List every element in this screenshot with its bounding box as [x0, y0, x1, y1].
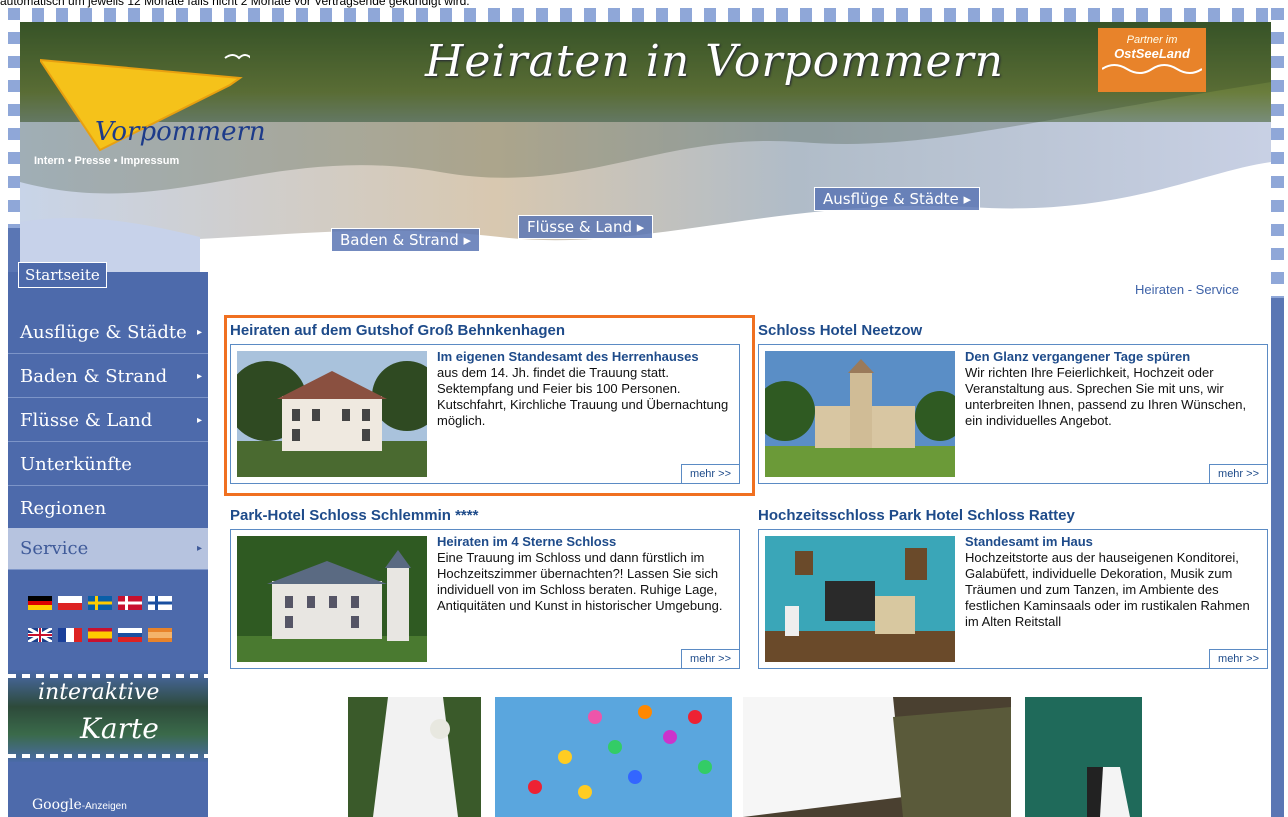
intern-links[interactable]: Intern • Presse • Impressum [34, 155, 179, 167]
nav-label: Baden & Strand [20, 366, 168, 387]
partner-badge[interactable]: Partner im OstSeeLand [1098, 28, 1206, 92]
card-subtitle[interactable]: Im eigenen Standesamt des Herrenhauses [437, 349, 737, 365]
flag-ru-icon[interactable] [118, 628, 142, 642]
checkered-border-top [8, 8, 1284, 22]
nav-label: Regionen [20, 498, 107, 519]
card-title[interactable]: Schloss Hotel Neetzow [758, 322, 922, 339]
wedding-dress-photo [743, 697, 1011, 817]
google-ads-label: Google-Anzeigen [32, 797, 127, 813]
startseite-button[interactable]: Startseite [18, 262, 107, 288]
karte-line1: interaktive [38, 680, 160, 705]
chevron-right-icon: ▸ [196, 415, 202, 426]
card-body: Eine Trauung im Schloss und dann fürstli… [437, 550, 723, 613]
ausfluege-staedte-button[interactable]: Ausflüge & Städte ▸ [814, 187, 981, 211]
chevron-right-icon: ▸ [196, 371, 202, 382]
kaminsaal-image [765, 536, 955, 662]
logo-text: Vorpommern [95, 117, 266, 147]
card-text: Den Glanz vergangener Tage spüren Wir ric… [965, 349, 1265, 429]
nav-item-fluesse[interactable]: Flüsse & Land ▸ [8, 400, 208, 442]
flag-other-icon[interactable] [148, 628, 172, 642]
card-title[interactable]: Hochzeitsschloss Park Hotel Schloss Ratt… [758, 507, 1075, 524]
main-content: Heiraten - Service Heiraten auf dem Guts… [208, 272, 1271, 817]
nav-label: Ausflüge & Städte [20, 322, 187, 343]
flag-gb-icon[interactable] [28, 628, 52, 642]
card-box: Heiraten im 4 Sterne Schloss Eine Trauung… [230, 529, 740, 669]
flag-dk-icon[interactable] [118, 596, 142, 610]
interaktive-karte-banner[interactable]: interaktive Karte [8, 670, 208, 762]
nav-label: Unterkünfte [20, 454, 132, 475]
breadcrumb[interactable]: Heiraten - Service [1135, 282, 1239, 297]
fluesse-land-button[interactable]: Flüsse & Land ▸ [518, 215, 654, 239]
card-text: Im eigenen Standesamt des Herrenhauses au… [437, 349, 737, 429]
checkered-border-right [1271, 8, 1284, 298]
bride-photo [348, 697, 481, 817]
mehr-button[interactable]: mehr >> [681, 464, 740, 484]
nav-label: Flüsse & Land [20, 410, 153, 431]
mehr-button[interactable]: mehr >> [1209, 464, 1268, 484]
partner-line1: Partner im [1126, 34, 1178, 46]
card-title[interactable]: Park-Hotel Schloss Schlemmin **** [230, 507, 478, 524]
header-banner: Vorpommern Intern • Presse • Impressum H… [20, 22, 1271, 272]
card-body: aus dem 14. Jh. findet die Trauung statt… [437, 365, 729, 428]
nav-label: Service [20, 538, 89, 559]
castle-neetzow-image [765, 351, 955, 477]
karte-border-bottom [8, 754, 208, 758]
mehr-button[interactable]: mehr >> [681, 649, 740, 669]
nav-item-regionen[interactable]: Regionen [8, 488, 208, 530]
baden-strand-button[interactable]: Baden & Strand ▸ [331, 228, 481, 252]
nav-item-service[interactable]: Service ▸ [8, 528, 208, 570]
karte-line2: Karte [80, 712, 159, 745]
card-body: Wir richten Ihre Feierlichkeit, Hochzeit… [965, 365, 1247, 428]
flag-se-icon[interactable] [88, 596, 112, 610]
sidebar: Startseite Ausflüge & Städte ▸ Baden & St… [8, 262, 208, 817]
karte-border-top [8, 674, 208, 678]
partner-line2: OstSeeLand [1114, 46, 1190, 61]
card-body: Hochzeitstorte aus der hauseigenen Kondi… [965, 550, 1250, 629]
flag-pl-icon[interactable] [58, 596, 82, 610]
mehr-button[interactable]: mehr >> [1209, 649, 1268, 669]
card-text: Heiraten im 4 Sterne Schloss Eine Trauung… [437, 534, 737, 614]
checkered-border-left [8, 8, 20, 228]
flag-fi-icon[interactable] [148, 596, 172, 610]
card-box: Standesamt im Haus Hochzeitstorte aus der… [758, 529, 1268, 669]
card-text: Standesamt im Haus Hochzeitstorte aus der… [965, 534, 1265, 630]
chevron-right-icon: ▸ [196, 327, 202, 338]
castle-schlemmin-image [237, 536, 427, 662]
nav-item-unterkuenfte[interactable]: Unterkünfte [8, 444, 208, 486]
google-ads-suffix: -Anzeigen [81, 801, 127, 812]
top-cut-text: automatisch um jeweils 12 Monate falls n… [0, 0, 470, 8]
chevron-right-icon: ▸ [196, 543, 202, 554]
card-box: Im eigenen Standesamt des Herrenhauses au… [230, 344, 740, 484]
card-box: Den Glanz vergangener Tage spüren Wir ric… [758, 344, 1268, 484]
card-subtitle[interactable]: Den Glanz vergangener Tage spüren [965, 349, 1265, 365]
nav-item-baden[interactable]: Baden & Strand ▸ [8, 356, 208, 398]
flag-de-icon[interactable] [28, 596, 52, 610]
card-subtitle[interactable]: Heiraten im 4 Sterne Schloss [437, 534, 737, 550]
balloons-photo [495, 697, 732, 817]
google-logo: Google [32, 797, 82, 813]
card-title[interactable]: Heiraten auf dem Gutshof Groß Behnkenhag… [230, 322, 565, 339]
site-title: Heiraten in Vorpommern [425, 36, 1004, 87]
wave-icon [1101, 64, 1203, 74]
couple-lake-photo [1025, 697, 1142, 817]
card-subtitle[interactable]: Standesamt im Haus [965, 534, 1265, 550]
nav-item-ausfluege[interactable]: Ausflüge & Städte ▸ [8, 312, 208, 354]
flag-fr-icon[interactable] [58, 628, 82, 642]
manor-house-image [237, 351, 427, 477]
flag-es-icon[interactable] [88, 628, 112, 642]
